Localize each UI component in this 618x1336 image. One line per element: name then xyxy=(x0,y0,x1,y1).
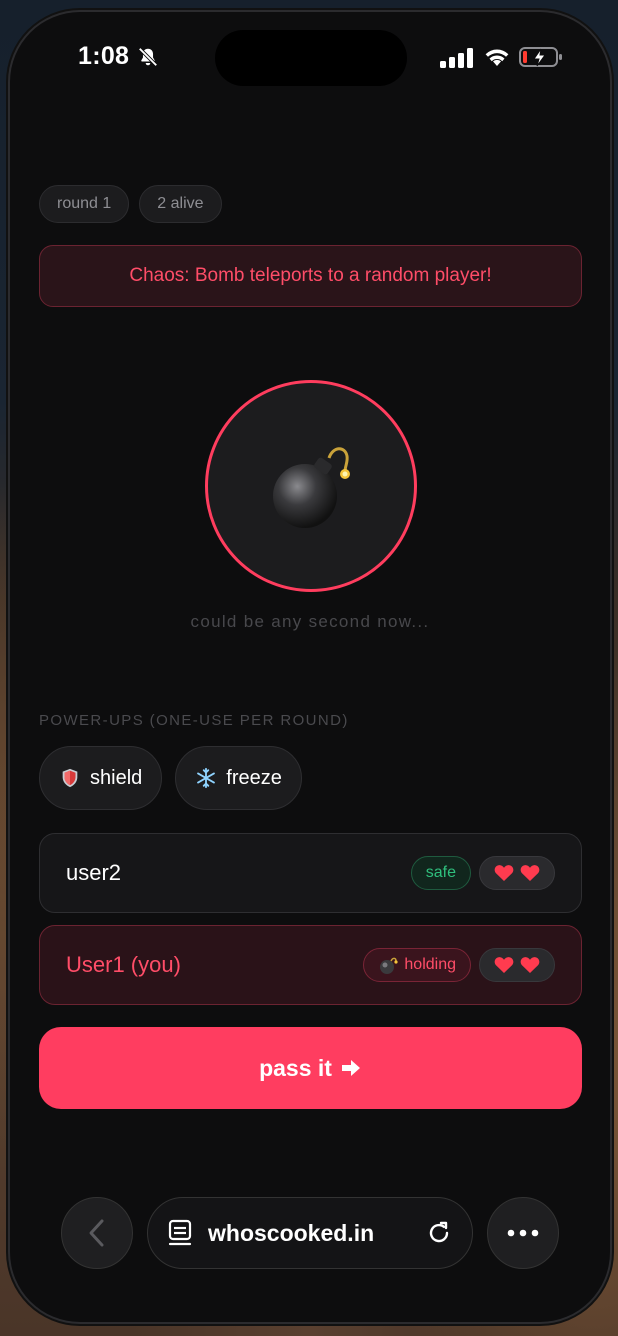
heart-icon xyxy=(520,865,540,881)
status-bar: 1:08 xyxy=(10,12,610,92)
reload-icon[interactable] xyxy=(426,1220,452,1246)
powerups-label: POWER-UPS (ONE-USE PER ROUND) xyxy=(39,712,349,729)
pass-it-button[interactable]: pass it xyxy=(39,1027,582,1109)
battery-charging-icon xyxy=(519,47,562,67)
shield-icon xyxy=(62,768,78,788)
page-menu-icon[interactable] xyxy=(168,1219,194,1247)
bomb-circle xyxy=(205,380,417,592)
arrow-right-icon xyxy=(341,1060,360,1076)
back-button[interactable] xyxy=(61,1197,133,1269)
player-name: user2 xyxy=(66,860,122,885)
bomb-subtitle: could be any second now... xyxy=(190,612,430,631)
player-row-user2: user2 safe xyxy=(39,833,582,913)
powerups-row: shield freeze xyxy=(39,746,302,810)
bomb-icon xyxy=(380,957,398,974)
status-text: holding xyxy=(404,956,456,973)
url-text: whoscooked.in xyxy=(208,1219,375,1246)
round-chip: round 1 xyxy=(39,185,130,223)
more-button[interactable] xyxy=(487,1197,559,1269)
phone-screen: 1:08 round 1 2 alive Chaos: Bomb telepor… xyxy=(10,12,610,1322)
chaos-banner: Chaos: Bomb teleports to a random player… xyxy=(39,245,582,307)
shield-label: shield xyxy=(90,766,143,789)
heart-icon xyxy=(494,865,514,881)
pass-it-label: pass it xyxy=(259,1054,332,1081)
heart-icon xyxy=(520,957,540,973)
browser-toolbar: whoscooked.in xyxy=(10,1192,610,1272)
game-chips: round 1 2 alive xyxy=(39,185,222,223)
alive-chip: 2 alive xyxy=(139,185,222,223)
lives-badge xyxy=(479,856,555,890)
address-bar[interactable]: whoscooked.in xyxy=(147,1197,473,1269)
silent-bell-icon xyxy=(138,47,158,67)
status-text: safe xyxy=(425,864,456,881)
lives-badge xyxy=(479,948,555,982)
shield-powerup-button[interactable]: shield xyxy=(39,746,163,810)
status-badge-holding: holding xyxy=(363,948,471,982)
freeze-powerup-button[interactable]: freeze xyxy=(175,746,302,810)
status-time: 1:08 xyxy=(78,42,130,70)
chevron-left-icon xyxy=(89,1219,104,1247)
snowflake-icon xyxy=(197,767,216,789)
more-dots-icon xyxy=(507,1229,539,1237)
heart-icon xyxy=(494,957,514,973)
status-badge-safe: safe xyxy=(410,856,471,890)
cellular-signal-icon xyxy=(440,48,473,68)
bomb-icon xyxy=(273,447,350,528)
dynamic-island xyxy=(215,30,407,86)
wifi-icon xyxy=(485,49,509,66)
freeze-label: freeze xyxy=(226,766,282,789)
player-name: User1 (you) xyxy=(66,952,181,977)
player-row-user1: User1 (you) holding xyxy=(39,925,582,1005)
